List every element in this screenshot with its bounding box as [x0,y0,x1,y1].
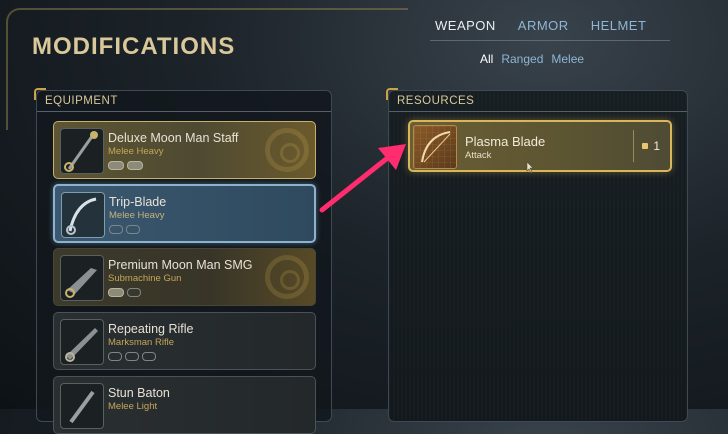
mouse-cursor-icon [526,162,534,174]
resource-type: Attack [465,150,492,161]
item-type: Melee Light [108,401,158,412]
smg-icon [60,255,104,301]
mod-slot-empty [125,352,139,361]
item-name: Stun Baton [108,386,170,400]
gear-emblem-icon [265,128,309,172]
item-type: Marksman Rifle [108,337,174,348]
inventory-box-icon [642,143,649,149]
equipment-item-stun-baton[interactable]: Stun Baton Melee Light [53,376,316,434]
mod-slots [109,225,140,234]
item-type: Melee Heavy [108,146,164,157]
pointer-arrow-icon [319,144,406,213]
panel-corner-ornament [34,88,46,100]
filter-all[interactable]: All [480,52,493,66]
item-name: Repeating Rifle [108,322,194,336]
resource-count-value: 1 [653,139,660,153]
equipment-item-trip-blade[interactable]: Trip-Blade Melee Heavy [53,184,316,243]
panel-corner-ornament [386,88,398,100]
equipment-header: EQUIPMENT [37,91,331,112]
mod-slot-filled [108,288,124,297]
mod-slot-empty [108,352,122,361]
resource-item-plasma-blade[interactable]: Plasma Blade Attack 1 [408,120,672,172]
mod-slots [108,288,141,297]
blade-icon [61,192,105,238]
item-name: Trip-Blade [109,195,167,209]
mod-slot-empty [127,288,141,297]
tab-helmet[interactable]: HELMET [591,18,647,33]
equipment-item-premium-moon-man-smg[interactable]: Premium Moon Man SMG Submachine Gun [53,248,316,306]
tab-divider [430,40,670,41]
mod-slot-empty [109,225,123,234]
item-name: Deluxe Moon Man Staff [108,131,239,145]
plasma-blade-icon [413,125,457,169]
item-name: Premium Moon Man SMG [108,258,253,272]
tab-armor[interactable]: ARMOR [518,18,569,33]
divider [633,130,634,162]
filter-ranged[interactable]: Ranged [501,52,543,66]
mod-slot-empty [142,352,156,361]
resource-count: 1 [642,139,660,153]
gear-emblem-icon [265,255,309,299]
mod-slot-filled [127,161,143,170]
item-type: Melee Heavy [109,210,165,221]
rifle-icon [60,319,104,365]
tab-weapon[interactable]: WEAPON [435,18,496,33]
staff-icon [60,128,104,174]
category-tabs: WEAPON ARMOR HELMET [435,18,646,33]
baton-icon [60,383,104,429]
page-title: MODIFICATIONS [32,33,236,60]
item-type: Submachine Gun [108,273,182,284]
equipment-item-deluxe-moon-man-staff[interactable]: Deluxe Moon Man Staff Melee Heavy [53,121,316,179]
filter-bar: All Ranged Melee [480,52,584,66]
mod-slots [108,352,156,361]
resource-name: Plasma Blade [465,134,546,149]
mod-slot-filled [108,161,124,170]
equipment-item-repeating-rifle[interactable]: Repeating Rifle Marksman Rifle [53,312,316,370]
filter-melee[interactable]: Melee [551,52,584,66]
resources-header: RESOURCES [389,91,687,112]
mod-slots [108,161,143,170]
mod-slot-empty [126,225,140,234]
